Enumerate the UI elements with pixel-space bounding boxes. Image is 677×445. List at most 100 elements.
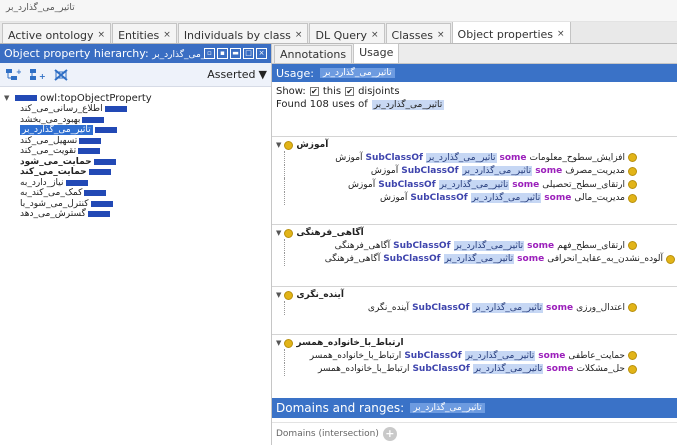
tab-individuals-by-class[interactable]: Individuals by class × xyxy=(177,23,309,43)
axiom-row[interactable]: آگاهی_فرهنگی SubClassOf تاثیر_می_گذارد_بر s… xyxy=(284,252,677,266)
add-subproperty-button[interactable]: + xyxy=(4,67,22,83)
property-icon xyxy=(84,190,107,197)
group-header[interactable]: ▼ آینده_نگری xyxy=(272,289,677,301)
tree-item[interactable]: کمک_می_کند_به xyxy=(20,188,271,199)
axiom-property: تاثیر_می_گذارد_بر xyxy=(461,166,533,177)
axiom-subject: حل_مشکلات xyxy=(576,364,625,375)
tree-label: تسهیل_می_کند xyxy=(20,135,78,146)
tree-item[interactable]: نیاز_دارد_به xyxy=(20,178,271,189)
group-name: ارتباط_با_خانواده_همسر xyxy=(296,338,404,348)
group-header[interactable]: ▼ ارتباط_با_خانواده_همسر xyxy=(272,337,677,349)
found-entity: تاثیر_می_گذارد_بر xyxy=(371,99,445,110)
close-icon[interactable]: × xyxy=(163,30,171,40)
property-icon xyxy=(104,106,127,113)
tree-item[interactable]: حمایت_می_کند xyxy=(20,167,271,178)
collapse-icon[interactable]: ▼ xyxy=(276,229,281,237)
delete-icon xyxy=(54,68,68,81)
tab-annotations[interactable]: Annotations xyxy=(274,45,353,63)
axiom-property: تاثیر_می_گذارد_بر xyxy=(464,350,536,361)
axiom-row[interactable]: آموزش SubClassOf تاثیر_می_گذارد_بر some افزا… xyxy=(284,151,677,165)
axiom-property: تاثیر_می_گذارد_بر xyxy=(453,240,525,251)
domains-entity: تاثیر_می_گذارد_بر xyxy=(410,403,485,413)
property-details-panel: Annotations Usage Usage: تاثیر_می_گذارد_… xyxy=(272,43,677,445)
usage-group: ▼ ارتباط_با_خانواده_همسر ارتباط_با_خانواد… xyxy=(272,334,677,398)
tree-item[interactable]: حمایت_می_شود xyxy=(20,157,271,168)
axiom-object: آموزش xyxy=(370,166,399,177)
disjoints-checkbox[interactable]: ✔ xyxy=(345,87,355,96)
tab-label: DL Query xyxy=(315,28,367,42)
group-header[interactable]: ▼ آگاهی_فرهنگی xyxy=(272,227,677,239)
tree-item[interactable]: تقویت_می_کند xyxy=(20,146,271,157)
axiom-object: ارتباط_با_خانواده_همسر xyxy=(309,350,402,361)
close-icon[interactable]: × xyxy=(437,30,445,40)
delete-property-button[interactable] xyxy=(52,67,70,83)
tree-item[interactable]: گسترش_می_دهد xyxy=(20,209,271,220)
tree-label: تقویت_می_کند xyxy=(20,146,77,157)
collapse-icon[interactable]: ▼ xyxy=(276,141,281,149)
axiom-row[interactable]: ارتباط_با_خانواده_همسر SubClassOf تاثیر_می… xyxy=(284,362,677,376)
restore-icon[interactable]: ▫ xyxy=(204,48,215,59)
close-icon[interactable]: × xyxy=(371,30,379,40)
this-label: this xyxy=(322,86,342,97)
keyword-some: some xyxy=(546,364,574,375)
tree-label: گسترش_می_دهد xyxy=(20,209,86,220)
tab-classes[interactable]: Classes × xyxy=(385,23,451,43)
axiom-subject: حمایت_عاطفی xyxy=(568,350,625,361)
pin-icon[interactable]: ▪ xyxy=(217,48,228,59)
tree-label: حمایت_می_کند xyxy=(20,167,87,178)
tab-dl-query[interactable]: DL Query × xyxy=(309,23,385,43)
axiom-row[interactable]: آگاهی_فرهنگی SubClassOf تاثیر_می_گذارد_بر s… xyxy=(284,239,677,253)
class-icon xyxy=(628,351,637,361)
usage-group: ▼ آموزش آموزش SubClassOf تاثیر_می_گذارد_بر s… xyxy=(272,136,677,224)
add-sibling-icon: + xyxy=(30,68,45,81)
close-icon[interactable]: × xyxy=(256,48,267,59)
class-icon xyxy=(628,364,637,374)
svg-text:+: + xyxy=(16,68,21,76)
add-sibling-property-button[interactable]: + xyxy=(28,67,46,83)
class-icon xyxy=(284,228,294,238)
axiom-row[interactable]: ارتباط_با_خانواده_همسر SubClassOf تاثیر_می… xyxy=(284,349,677,363)
collapse-icon[interactable]: ▼ xyxy=(276,339,281,347)
close-icon[interactable]: × xyxy=(557,29,565,39)
tree-item[interactable]: بهبود_می_بخشد xyxy=(20,115,271,126)
add-domain-button[interactable]: + xyxy=(382,426,397,441)
tab-usage[interactable]: Usage xyxy=(353,43,400,63)
axiom-row[interactable]: آموزش SubClassOf تاثیر_می_گذارد_بر some ارتق… xyxy=(284,178,677,192)
property-icon xyxy=(82,116,105,123)
usage-header: Usage: تاثیر_می_گذارد_بر xyxy=(272,64,677,82)
this-checkbox[interactable]: ✔ xyxy=(309,87,319,96)
axiom-row[interactable]: آموزش SubClassOf تاثیر_می_گذارد_بر some مدیر… xyxy=(284,191,677,205)
close-icon[interactable]: × xyxy=(98,30,106,40)
tree-item[interactable]: کنترل_می_شود_با xyxy=(20,199,271,210)
tab-object-properties[interactable]: Object properties × xyxy=(451,22,571,43)
axiom-object: آگاهی_فرهنگی xyxy=(324,254,381,265)
axiom-row[interactable]: آینده_نگری SubClassOf تاثیر_می_گذارد_بر som… xyxy=(284,301,677,315)
tab-label: Entities xyxy=(118,28,160,42)
axiom-object: آینده_نگری xyxy=(367,302,410,313)
property-icon xyxy=(15,95,37,101)
tree-root[interactable]: ▼ owl:topObjectProperty xyxy=(4,92,271,104)
tree-label: کمک_می_کند_به xyxy=(20,188,83,199)
collapse-icon[interactable]: ▼ xyxy=(4,94,13,102)
minimize-icon[interactable]: ▬ xyxy=(230,48,241,59)
group-header[interactable]: ▼ آموزش xyxy=(272,139,677,151)
tree-item-selected[interactable]: تاثیر_می_گذارد_بر xyxy=(20,125,271,136)
disjoints-label: disjoints xyxy=(358,86,400,97)
tree-item[interactable]: تسهیل_می_کند xyxy=(20,136,271,147)
axiom-row[interactable]: آموزش SubClassOf تاثیر_می_گذارد_بر some مدیر… xyxy=(284,164,677,178)
keyword-some: some xyxy=(546,302,574,313)
collapse-icon[interactable]: ▼ xyxy=(276,291,281,299)
axiom-subject: ارتقای_سطح_تحصیلی xyxy=(542,179,625,190)
keyword-subclassof: SubClassOf xyxy=(378,179,436,190)
asserted-dropdown[interactable]: Asserted ▼ xyxy=(207,68,267,81)
tab-active-ontology[interactable]: Active ontology × xyxy=(2,23,112,43)
close-icon[interactable]: × xyxy=(295,30,303,40)
tab-entities[interactable]: Entities × xyxy=(112,23,177,43)
keyword-subclassof: SubClassOf xyxy=(383,254,441,265)
usage-entity: تاثیر_می_گذارد_بر xyxy=(319,68,395,78)
keyword-subclassof: SubClassOf xyxy=(410,193,468,204)
tree-item[interactable]: اطلاع_رسانی_می_کند xyxy=(20,104,271,115)
maximize-icon[interactable]: □ xyxy=(243,48,254,59)
hierarchy-toolbar: + + Asserted ▼ xyxy=(0,63,271,87)
property-icon xyxy=(79,137,102,144)
